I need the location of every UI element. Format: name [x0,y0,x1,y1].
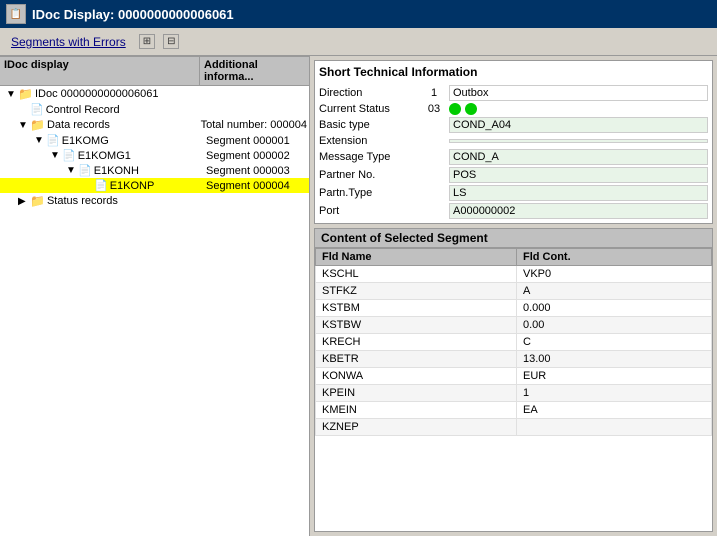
direction-label: Direction [319,87,419,99]
table-row: KSTBM0.000 [316,300,712,317]
green-circle-1 [449,103,461,115]
field-value: 1 [516,385,711,402]
port-value: A000000002 [449,203,708,219]
table-row: KZNEP [316,419,712,436]
table-row: KSTBW0.00 [316,317,712,334]
tree-panel: ▼ 📁 IDoc 0000000000006061 📄 Control Reco… [0,86,309,536]
field-name: KZNEP [316,419,517,436]
segments-errors-button[interactable]: Segments with Errors [6,32,131,52]
tree-label-status: Status records [47,195,118,207]
field-value: EUR [516,368,711,385]
field-name: KBETR [316,351,517,368]
status-num: 03 [419,103,449,115]
field-name: KRECH [316,334,517,351]
field-name: STFKZ [316,283,517,300]
tree-item-control[interactable]: 📄 Control Record [0,102,309,117]
title-bar-icon: 📋 [6,4,26,24]
idoc-display-header: IDoc display [0,57,200,85]
status-indicator [449,103,708,115]
partnerno-label: Partner No. [319,169,419,181]
direction-num: 1 [419,87,449,99]
partnerno-value: POS [449,167,708,183]
tree-label-data: Data records [47,119,110,131]
tree-label-e1komg: E1KOMG [62,135,109,147]
main-content: IDoc display Additional informa... ▼ 📁 I… [0,56,717,536]
tree-seg-e1konh: Segment 000003 [202,165,307,177]
tree-seg-e1komg: Segment 000001 [202,135,307,147]
field-value: VKP0 [516,266,711,283]
right-panel: Short Technical Information Direction 1 … [310,56,717,536]
field-value: 0.00 [516,317,711,334]
title-bar-text: IDoc Display: 0000000000006061 [32,7,234,22]
tree-label-e1komg1: E1KOMG1 [78,150,131,162]
col-header-fldcont: Fld Cont. [516,249,711,266]
msgtype-label: Message Type [319,151,419,163]
tree-item-status[interactable]: ▶ 📁 Status records [0,193,309,209]
info-grid: Direction 1 Outbox Current Status 03 Bas… [319,85,708,219]
tree-label-idoc: IDoc 0000000000006061 [35,88,159,100]
extension-label: Extension [319,135,419,147]
field-name: KSTBW [316,317,517,334]
tree-seg-e1konp: Segment 000004 [202,180,307,192]
field-value: C [516,334,711,351]
basictype-label: Basic type [319,119,419,131]
table-row: KPEIN1 [316,385,712,402]
tree-label-e1konp: E1KONP [110,180,155,192]
tree-seg-data: Total number: 000004 [197,119,307,131]
tree-item-e1konp[interactable]: 📄 E1KONP Segment 000004 [0,178,309,193]
toolbar: Segments with Errors ⊞ ⊟ [0,28,717,56]
field-name: KSTBM [316,300,517,317]
toolbar-icon-1[interactable]: ⊞ [139,34,155,49]
tree-item-data[interactable]: ▼ 📁 Data records Total number: 000004 [0,117,309,133]
direction-value: Outbox [449,85,708,101]
table-row: KSCHLVKP0 [316,266,712,283]
field-value: 0.000 [516,300,711,317]
table-row: KBETR13.00 [316,351,712,368]
tree-item-e1komg1[interactable]: ▼ 📄 E1KOMG1 Segment 000002 [0,148,309,163]
toolbar-icon-2[interactable]: ⊟ [163,34,179,49]
field-value: EA [516,402,711,419]
tree-seg-e1komg1: Segment 000002 [202,150,307,162]
additional-header: Additional informa... [200,57,309,85]
table-row: KMEINEA [316,402,712,419]
segment-title: Content of Selected Segment [315,229,712,248]
field-value [516,419,711,436]
tree-item-e1konh[interactable]: ▼ 📄 E1KONH Segment 000003 [0,163,309,178]
short-technical-box: Short Technical Information Direction 1 … [314,60,713,224]
table-row: KRECHC [316,334,712,351]
col-header-fldname: Fld Name [316,249,517,266]
field-name: KSCHL [316,266,517,283]
title-bar: 📋 IDoc Display: 0000000000006061 [0,0,717,28]
field-name: KONWA [316,368,517,385]
tree-label-control: Control Record [46,104,120,116]
table-row: KONWAEUR [316,368,712,385]
field-value: A [516,283,711,300]
partntype-label: Partn.Type [319,187,419,199]
field-name: KMEIN [316,402,517,419]
segment-box: Content of Selected Segment Fld Name Fld… [314,228,713,532]
table-row: STFKZA [316,283,712,300]
extension-value [449,139,708,143]
segment-table: Fld Name Fld Cont. KSCHLVKP0STFKZAKSTBM0… [315,248,712,436]
green-circle-2 [465,103,477,115]
port-label: Port [319,205,419,217]
tree-item-e1komg[interactable]: ▼ 📄 E1KOMG Segment 000001 [0,133,309,148]
field-value: 13.00 [516,351,711,368]
basictype-value: COND_A04 [449,117,708,133]
msgtype-value: COND_A [449,149,708,165]
tree-label-e1konh: E1KONH [94,165,139,177]
short-technical-title: Short Technical Information [319,65,708,79]
field-name: KPEIN [316,385,517,402]
tree-item-idoc[interactable]: ▼ 📁 IDoc 0000000000006061 [0,86,309,102]
partntype-value: LS [449,185,708,201]
status-label: Current Status [319,103,419,115]
